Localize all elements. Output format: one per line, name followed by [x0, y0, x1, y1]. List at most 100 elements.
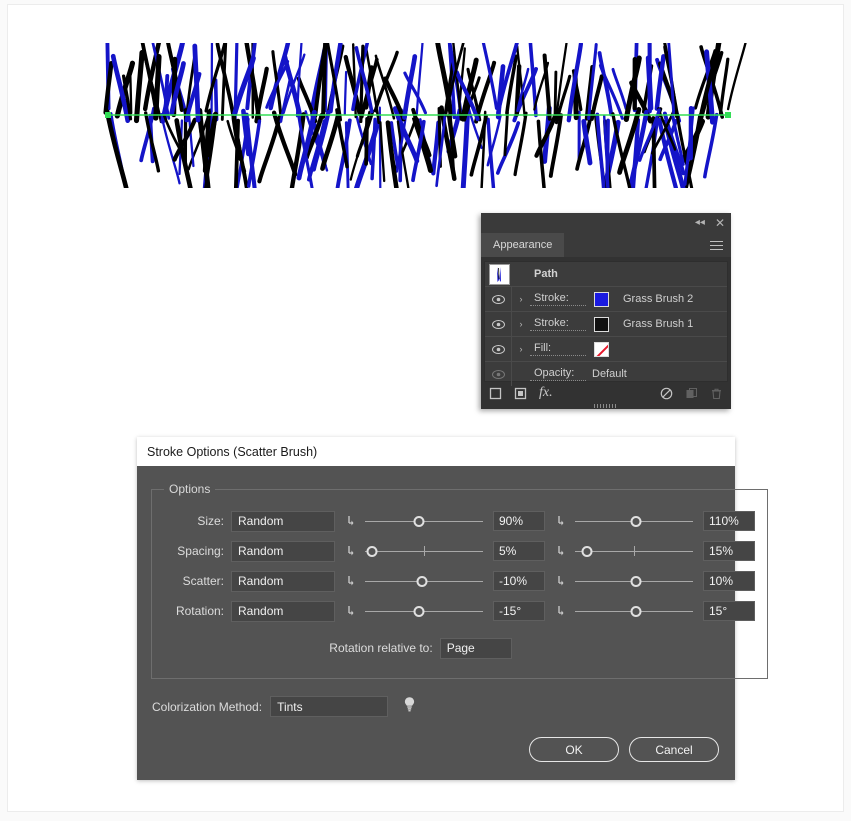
- spacing-min-slider-block: 5%: [347, 541, 545, 561]
- colorization-row: Colorization Method: Tints: [151, 696, 721, 717]
- rotation-mode-select[interactable]: Random: [231, 600, 335, 622]
- spacing-mode-select[interactable]: Random: [231, 540, 335, 562]
- rotation-max-slider-block: 15°: [557, 601, 755, 621]
- random-variation-icon: [347, 574, 361, 588]
- grass-blade: [460, 109, 470, 188]
- visibility-eye-icon[interactable]: [485, 312, 512, 336]
- add-new-stroke-icon[interactable]: [489, 387, 502, 400]
- rotation-max-knob[interactable]: [630, 605, 642, 617]
- rotation-min-knob[interactable]: [413, 605, 425, 617]
- appearance-row-stroke-1[interactable]: › Stroke: Grass Brush 1: [485, 312, 727, 337]
- grass-blade: [321, 43, 328, 119]
- trash-icon[interactable]: [710, 387, 723, 400]
- size-min-slider[interactable]: [365, 514, 483, 528]
- panel-menu-icon[interactable]: [710, 233, 723, 257]
- rotation-relative-select[interactable]: Page: [439, 637, 512, 659]
- lightbulb-tip-icon[interactable]: [402, 696, 417, 717]
- scatter-max-knob[interactable]: [630, 575, 642, 587]
- path-thumbnail-svg: [497, 266, 501, 282]
- brush-name[interactable]: Grass Brush 1: [623, 318, 693, 330]
- grass-blade: [718, 57, 730, 115]
- appearance-target-label: Path: [534, 268, 558, 280]
- size-label: Size:: [197, 514, 224, 528]
- stroke-label[interactable]: Stroke:: [530, 317, 586, 331]
- path-anchor-end[interactable]: [725, 112, 731, 118]
- rotation-max-slider[interactable]: [575, 604, 693, 618]
- scatter-max-value[interactable]: 10%: [703, 571, 755, 591]
- tab-appearance[interactable]: Appearance: [481, 233, 565, 257]
- cancel-button[interactable]: Cancel: [629, 737, 719, 762]
- grass-blade: [726, 43, 747, 111]
- scatter-min-slider[interactable]: [365, 574, 483, 588]
- scatter-min-value[interactable]: -10%: [493, 571, 545, 591]
- option-row-spacing: Spacing: Random 5% 15%: [164, 536, 755, 566]
- spacing-max-slider[interactable]: [575, 544, 693, 558]
- grass-blade: [703, 112, 719, 179]
- dialog-body: Options Size: Random 90% 110% Spacing: R…: [137, 466, 768, 762]
- stroke-color-swatch[interactable]: [594, 291, 609, 307]
- visibility-eye-icon[interactable]: [485, 337, 512, 361]
- grass-blade: [667, 43, 676, 114]
- visibility-eye-icon[interactable]: [485, 287, 512, 311]
- spacing-max-slider-block: 15%: [557, 541, 755, 561]
- size-max-value[interactable]: 110%: [703, 511, 755, 531]
- rotation-label: Rotation:: [175, 604, 224, 618]
- colorization-method-select[interactable]: Tints: [270, 696, 389, 717]
- size-max-slider[interactable]: [575, 514, 693, 528]
- close-icon[interactable]: ✕: [715, 217, 725, 229]
- panel-resize-gripper[interactable]: [481, 403, 731, 408]
- brush-name[interactable]: Grass Brush 2: [623, 293, 693, 305]
- option-row-rotation: Rotation: Random -15° 15°: [164, 596, 755, 626]
- random-variation-icon: [557, 574, 571, 588]
- opacity-label[interactable]: Opacity:: [530, 367, 586, 381]
- disclosure-triangle-icon[interactable]: ›: [512, 319, 530, 329]
- grass-blade: [271, 110, 298, 177]
- grass-artwork[interactable]: [88, 43, 748, 188]
- stroke-color-swatch[interactable]: [594, 316, 609, 332]
- rotation-min-value[interactable]: -15°: [493, 601, 545, 621]
- rotation-min-slider[interactable]: [365, 604, 483, 618]
- scatter-label: Scatter:: [182, 574, 224, 588]
- fx-icon[interactable]: fx.: [539, 385, 553, 401]
- disclosure-triangle-icon[interactable]: ›: [512, 344, 530, 354]
- size-max-knob[interactable]: [630, 515, 642, 527]
- opacity-value[interactable]: Default: [592, 368, 627, 380]
- spacing-min-knob[interactable]: [366, 545, 378, 557]
- scatter-min-slider-block: -10%: [347, 571, 545, 591]
- appearance-row-stroke-2[interactable]: › Stroke: Grass Brush 2: [485, 287, 727, 312]
- size-mode-select[interactable]: Random: [231, 510, 335, 532]
- rotation-max-value[interactable]: 15°: [703, 601, 755, 621]
- appearance-target-row[interactable]: Path: [485, 262, 727, 287]
- size-min-value[interactable]: 90%: [493, 511, 545, 531]
- dialog-titlebar[interactable]: Stroke Options (Scatter Brush): [137, 437, 735, 466]
- scatter-mode-select[interactable]: Random: [231, 570, 335, 592]
- add-new-fill-icon[interactable]: [514, 387, 527, 400]
- grass-blade: [364, 117, 369, 166]
- fill-none-swatch[interactable]: [594, 341, 609, 357]
- clear-appearance-icon[interactable]: [660, 387, 673, 400]
- scatter-max-slider[interactable]: [575, 574, 693, 588]
- visibility-eye-icon[interactable]: [485, 362, 512, 386]
- document-canvas: ◂◂ ✕ Appearance Path › Stroke: Grass Bru…: [8, 5, 843, 811]
- stroke-label[interactable]: Stroke:: [530, 292, 586, 306]
- ok-button[interactable]: OK: [529, 737, 619, 762]
- spacing-max-value[interactable]: 15%: [703, 541, 755, 561]
- size-min-knob[interactable]: [413, 515, 425, 527]
- appearance-row-fill[interactable]: › Fill:: [485, 337, 727, 362]
- scatter-min-knob[interactable]: [416, 575, 428, 587]
- path-anchor-start[interactable]: [105, 112, 111, 118]
- size-min-slider-block: 90%: [347, 511, 545, 531]
- stroke-options-dialog: Stroke Options (Scatter Brush) Options S…: [137, 437, 768, 780]
- spacing-min-slider[interactable]: [365, 544, 483, 558]
- dialog-button-row: OK Cancel: [151, 737, 721, 762]
- colorization-method-label: Colorization Method:: [152, 699, 263, 714]
- option-row-size: Size: Random 90% 110%: [164, 506, 755, 536]
- appearance-titlebar: ◂◂ ✕: [481, 213, 731, 233]
- grass-blade: [486, 117, 496, 188]
- spacing-max-knob[interactable]: [581, 545, 593, 557]
- collapse-arrows-icon[interactable]: ◂◂: [695, 218, 705, 228]
- spacing-min-value[interactable]: 5%: [493, 541, 545, 561]
- duplicate-item-icon[interactable]: [685, 387, 698, 400]
- fill-label[interactable]: Fill:: [530, 342, 586, 356]
- disclosure-triangle-icon[interactable]: ›: [512, 294, 530, 304]
